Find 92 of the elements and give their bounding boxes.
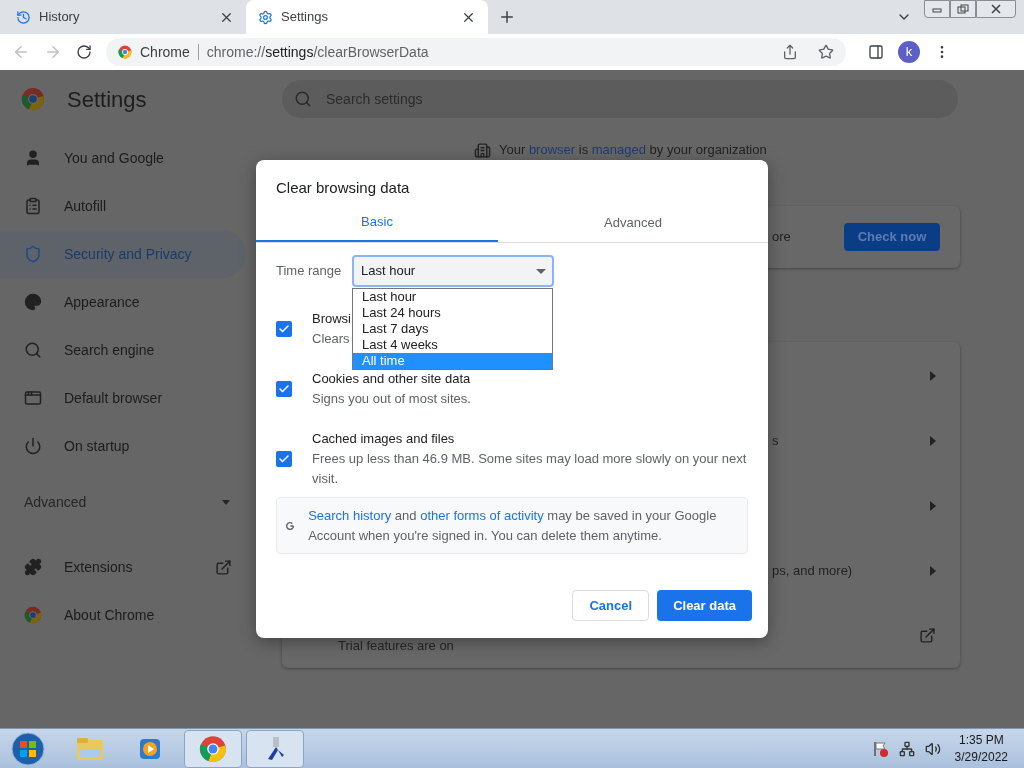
link[interactable]: Search history [308,507,392,523]
app-taskbar-button[interactable] [246,729,304,768]
browser-window-icon [24,389,42,407]
dropdown-option[interactable]: Last 7 days [353,321,552,337]
dialog-tab[interactable]: Advanced [498,204,768,242]
check-icon [278,323,290,335]
minimize-button[interactable] [924,0,950,18]
restore-icon [957,4,969,14]
dropdown-option[interactable]: Last hour [353,289,552,305]
checkbox[interactable] [276,381,292,397]
building-icon [474,141,491,159]
clock-time[interactable]: 1:35 PM [958,731,1004,749]
sidebar-item[interactable]: Default browser [0,374,246,422]
advanced-toggle[interactable]: Advanced [0,478,246,526]
shield-icon [24,245,42,263]
arrow-right-icon [930,435,936,446]
gear-icon [258,9,273,25]
arrow-right-icon [930,370,936,381]
tab-title: Settings [281,8,329,27]
item-description: Frees up less than 46.9 MB. Some sites may load more slowly on your next visit. [312,450,748,488]
url-text: chrome://settings/clearBrowserData [206,42,429,62]
new-tab-icon[interactable] [498,8,516,26]
managed-notice: Your browser is managed by your organization [499,141,767,160]
address-bar[interactable]: Chrome chrome://settings/clearBrowserData [106,38,846,66]
browser-tab[interactable]: Settings [246,0,488,34]
item-description: Signs you out of most sites. [312,390,471,408]
arrow-right-icon [930,500,936,511]
chrome-logo-icon [24,606,42,624]
item-title: Cached images and files [312,430,455,448]
person-icon [24,149,42,167]
item-description: Clears [312,330,350,348]
row-text: ps, and more) [772,561,853,580]
item-title: Browsi [312,310,351,328]
side-panel-icon[interactable] [868,44,884,60]
sidebar-item[interactable]: Search engine [0,326,246,374]
tab-title: History [39,8,81,27]
close-icon [990,4,1002,14]
row-text: Trial features are on [338,636,454,655]
clipboard-icon [24,197,42,215]
time-range-select[interactable]: Last hour [352,255,554,287]
browser-tab[interactable]: History [4,0,246,34]
sidebar-item[interactable]: Extensions [0,543,246,591]
history-icon [16,9,31,25]
dialog-tab[interactable]: Basic [256,204,498,242]
flag-icon[interactable] [872,740,889,757]
search-icon [24,341,42,359]
restore-button[interactable] [950,0,976,18]
dropdown-option[interactable]: Last 24 hours [353,305,552,321]
checkbox[interactable] [276,451,292,467]
power-icon [24,437,42,455]
check-now-button[interactable]: Check now [844,223,940,251]
external-link-icon [919,627,936,644]
info-text: Search history and other forms of activity may be saved in your Google Account when you're signed in. You can delete them anytime. [308,506,718,545]
palette-icon [24,293,42,311]
clock-date[interactable]: 3/29/2022 [954,748,1008,766]
star-icon[interactable] [818,44,834,60]
clear-data-button[interactable]: Clear data [657,590,752,621]
profile-avatar[interactable]: k [898,41,920,63]
share-icon[interactable] [782,44,798,60]
sidebar-item[interactable]: You and Google [0,134,246,182]
reload-icon[interactable] [76,44,92,60]
external-link-icon [215,558,232,576]
checkbox[interactable] [276,321,292,337]
time-range-label: Time range [276,262,343,281]
arrow-right-icon [930,565,936,576]
search-icon [294,90,312,108]
puzzle-icon [24,558,42,576]
settings-title: Settings [67,85,147,114]
dialog-title: Clear browsing data [275,178,411,198]
minimize-icon [932,5,942,13]
volume-icon[interactable] [924,740,941,757]
sidebar-item[interactable]: Appearance [0,278,246,326]
dropdown-option[interactable]: Last 4 weeks [353,337,552,353]
sidebar-item[interactable]: About Chrome [0,591,246,639]
row-text: s [772,431,779,450]
dropdown-option[interactable]: All time [353,353,552,369]
check-icon [278,453,290,465]
chrome-logo-icon [21,87,45,111]
link[interactable]: other forms of activity [420,507,544,523]
caret-icon [222,499,230,505]
site-name: Chrome [140,42,190,62]
network-icon[interactable] [898,740,915,757]
item-title: Cookies and other site data [312,370,471,388]
sidebar-item[interactable]: Autofill [0,182,246,230]
chrome-taskbar-button[interactable] [184,729,242,768]
cancel-button[interactable]: Cancel [572,590,650,621]
card-text: ore [772,228,792,247]
check-icon [278,383,290,395]
chrome-icon [118,45,132,59]
chrome-icon [199,734,227,763]
sidebar-item[interactable]: On startup [0,422,246,470]
close-button[interactable] [976,0,1016,18]
